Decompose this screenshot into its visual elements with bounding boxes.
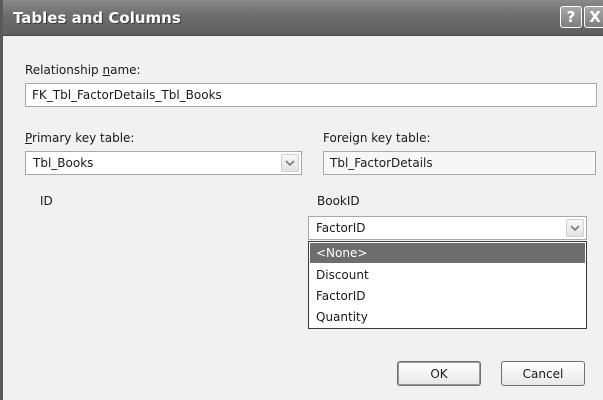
- primary-key-table-label: Primary key table:: [25, 131, 134, 145]
- relationship-name-label: Relationship name:: [25, 63, 141, 77]
- foreign-key-table-field: Tbl_FactorDetails: [323, 151, 596, 175]
- dialog-title: Tables and Columns: [13, 9, 181, 27]
- title-bar[interactable]: Tables and Columns ? X: [3, 0, 603, 36]
- primary-key-label-suffix: rimary key table:: [32, 131, 135, 145]
- primary-key-table-value: Tbl_Books: [33, 156, 94, 170]
- chevron-down-icon[interactable]: [281, 154, 299, 172]
- help-button[interactable]: ?: [560, 6, 582, 28]
- ok-button[interactable]: OK: [397, 361, 481, 386]
- dialog-window: Tables and Columns ? X Relationship name…: [0, 0, 603, 400]
- close-button[interactable]: X: [584, 6, 603, 28]
- dropdown-option[interactable]: <None>: [310, 243, 585, 263]
- relationship-label-suffix: ame:: [110, 63, 141, 77]
- help-icon: ?: [566, 8, 576, 26]
- primary-key-table-dropdown[interactable]: Tbl_Books: [25, 151, 302, 175]
- foreign-key-column-dropdown[interactable]: FactorID: [308, 216, 587, 240]
- relationship-label-prefix: Relationship: [25, 63, 103, 77]
- dropdown-option[interactable]: FactorID: [310, 286, 585, 306]
- dropdown-option[interactable]: Quantity: [310, 307, 585, 327]
- foreign-key-column-options: <None> Discount FactorID Quantity: [308, 241, 587, 329]
- cancel-button[interactable]: Cancel: [501, 361, 585, 386]
- relationship-name-input[interactable]: FK_Tbl_FactorDetails_Tbl_Books: [25, 83, 597, 107]
- foreign-key-column-cell[interactable]: BookID: [317, 194, 360, 208]
- chevron-down-icon[interactable]: [566, 219, 584, 237]
- relationship-name-value: FK_Tbl_FactorDetails_Tbl_Books: [32, 88, 222, 102]
- primary-key-label-accelerator: P: [25, 131, 33, 145]
- foreign-key-table-value: Tbl_FactorDetails: [330, 156, 433, 170]
- dropdown-option[interactable]: Discount: [310, 265, 585, 285]
- primary-key-column-cell[interactable]: ID: [40, 194, 53, 208]
- close-icon: X: [589, 8, 601, 26]
- foreign-key-column-value: FactorID: [316, 221, 366, 235]
- relationship-label-accelerator: n: [102, 63, 111, 77]
- foreign-key-table-label: Foreign key table:: [323, 131, 431, 145]
